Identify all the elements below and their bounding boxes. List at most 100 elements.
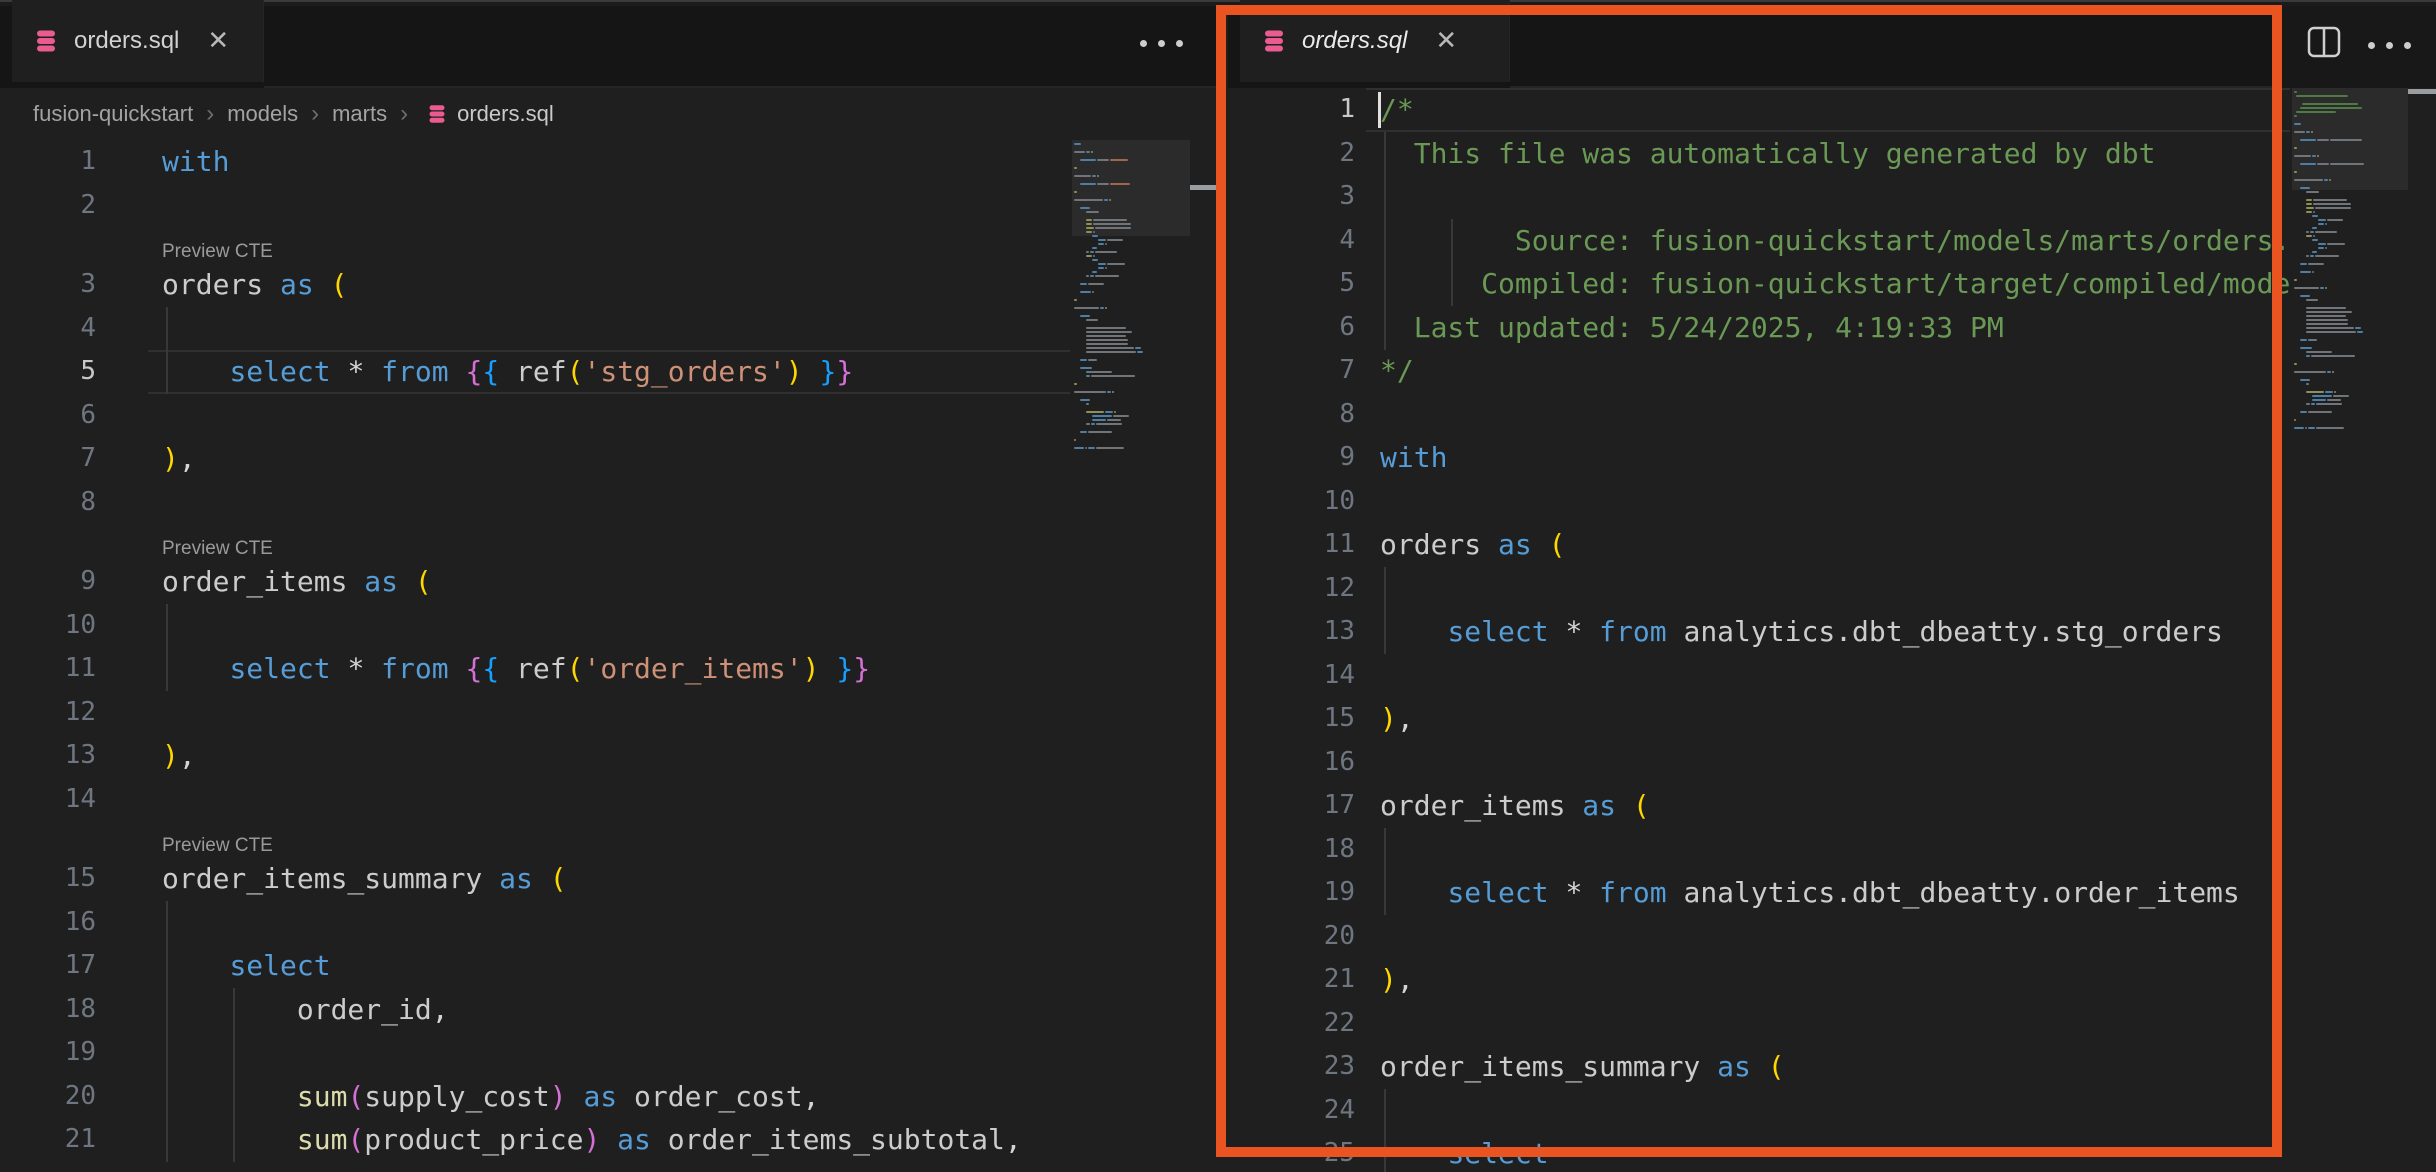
indent-guide [1384,567,1386,654]
line-number: 7 [1218,349,1355,393]
code-line[interactable]: 18 order_id, [0,988,1070,1032]
line-number: 9 [0,560,96,604]
code-line[interactable]: 20 [1218,915,2290,959]
line-number: 1 [0,140,96,184]
code-text: ), [1380,697,1414,741]
codelens-preview-cte[interactable]: Preview CTE [162,835,273,857]
code-line[interactable]: 16 [0,901,1070,945]
more-actions-icon[interactable] [1140,40,1183,47]
line-number: 2 [0,184,96,228]
code-line[interactable]: 7), [0,437,1070,481]
overview-ruler [1190,88,1218,1172]
line-number: 13 [1218,610,1355,654]
close-icon[interactable]: ✕ [1435,26,1457,56]
line-number: 12 [1218,567,1355,611]
minimap[interactable] [2292,88,2408,1172]
line-number: 19 [1218,871,1355,915]
minimap-content [1074,142,1190,450]
breadcrumb-item-file[interactable]: orders.sql [457,101,554,127]
line-number: 5 [0,350,96,394]
code-line[interactable]: 12 [0,691,1070,735]
line-number: 21 [0,1118,96,1162]
codelens-preview-cte[interactable]: Preview CTE [162,538,273,560]
indent-guide [166,901,168,1162]
code-line[interactable]: 3 orders as ( [0,263,1070,307]
line-number: 5 [1218,262,1355,306]
code-line[interactable]: 19 [0,1031,1070,1075]
codelens: Preview CTE [0,227,1070,263]
tab-orders-sql-preview[interactable]: orders.sql ✕ [1240,0,1510,82]
indent-guide [1384,1089,1386,1172]
code-line[interactable]: 17order_items as ( [1218,784,2290,828]
code-line[interactable]: 8 [1218,393,2290,437]
code-line[interactable]: 22 [1218,1002,2290,1046]
code-line[interactable]: 13), [0,734,1070,778]
indent-guide [166,307,168,394]
code-line[interactable]: 4 [0,307,1070,351]
code-line[interactable]: 9with [1218,436,2290,480]
code-text: order_items as ( [162,560,432,604]
line-number: 16 [1218,741,1355,785]
code-line[interactable]: 8 [0,481,1070,525]
vscode-window: orders.sql ✕ fusion-quickstart › models … [0,0,2436,1172]
code-line[interactable]: 7 */ [1218,349,2290,393]
source-code-editor[interactable]: 1with2 Preview CTE 3 orders as ( 45 select *… [0,140,1070,1172]
code-line[interactable]: 19 select * from analytics.dbt_dbeatty.o… [1218,871,2290,915]
code-line[interactable]: 5 Compiled: fusion-quickstart/target/com… [1218,262,2290,306]
breadcrumb-item-marts[interactable]: marts [332,101,387,127]
close-icon[interactable]: ✕ [207,26,229,56]
more-actions-icon[interactable] [2368,42,2411,49]
code-line[interactable]: 18 [1218,828,2290,872]
code-line[interactable]: 5 select * from {{ ref('stg_orders') }} [0,350,1070,394]
code-line[interactable]: 10 [1218,480,2290,524]
text-cursor [1378,92,1381,128]
split-editor-icon[interactable] [2306,24,2342,60]
code-line[interactable]: 1with [0,140,1070,184]
line-number: 3 [0,263,96,307]
code-line[interactable]: 3 [1218,175,2290,219]
code-line[interactable]: 21), [1218,958,2290,1002]
code-text: */ [1380,349,1414,393]
line-number: 4 [0,307,96,351]
codelens: Preview CTE [0,821,1070,857]
code-line[interactable]: 6 Last updated: 5/24/2025, 4:19:33 PM [1218,306,2290,350]
code-line[interactable]: 14 [0,778,1070,822]
overview-ruler [2408,88,2436,1172]
code-line[interactable]: 1/* [1218,88,2290,132]
line-number: 23 [1218,1045,1355,1089]
code-line[interactable]: 6 [0,394,1070,438]
code-line[interactable]: 17 select [0,944,1070,988]
code-line[interactable]: 14 [1218,654,2290,698]
code-text: select [1380,1132,1549,1172]
minimap[interactable] [1072,140,1190,1172]
code-line[interactable]: 20 sum(supply_cost) as order_cost, [0,1075,1070,1119]
code-line[interactable]: 12 [1218,567,2290,611]
code-text: orders as ( [1380,523,1565,567]
code-line[interactable]: 21 sum(product_price) as order_items_sub… [0,1118,1070,1162]
code-line[interactable]: 25 select [1218,1132,2290,1172]
code-line[interactable]: 13 select * from analytics.dbt_dbeatty.s… [1218,610,2290,654]
code-line[interactable]: 11 select * from {{ ref('order_items') }… [0,647,1070,691]
code-line[interactable]: 16 [1218,741,2290,785]
breadcrumb: fusion-quickstart › models › marts › ord… [0,88,1218,140]
code-line[interactable]: 23order_items_summary as ( [1218,1045,2290,1089]
code-line[interactable]: 4 Source: fusion-quickstart/models/marts… [1218,219,2290,263]
code-text: orders as ( [162,263,347,307]
code-line[interactable]: 15), [1218,697,2290,741]
code-line[interactable]: 10 [0,604,1070,648]
line-number: 13 [0,734,96,778]
code-line[interactable]: 11orders as ( [1218,523,2290,567]
code-line[interactable]: 15order_items_summary as ( [0,857,1070,901]
line-number: 10 [1218,480,1355,524]
line-number: 14 [1218,654,1355,698]
breadcrumb-item-project[interactable]: fusion-quickstart [33,101,193,127]
tab-orders-sql[interactable]: orders.sql ✕ [12,0,264,82]
codelens-preview-cte[interactable]: Preview CTE [162,241,273,263]
compiled-code-editor[interactable]: 1/*2 This file was automatically generat… [1218,88,2290,1172]
breadcrumb-item-models[interactable]: models [227,101,298,127]
editor-actions-area [2272,6,2436,88]
code-line[interactable]: 2 This file was automatically generated … [1218,132,2290,176]
code-line[interactable]: 9 order_items as ( [0,560,1070,604]
code-line[interactable]: 2 [0,184,1070,228]
code-line[interactable]: 24 [1218,1089,2290,1133]
